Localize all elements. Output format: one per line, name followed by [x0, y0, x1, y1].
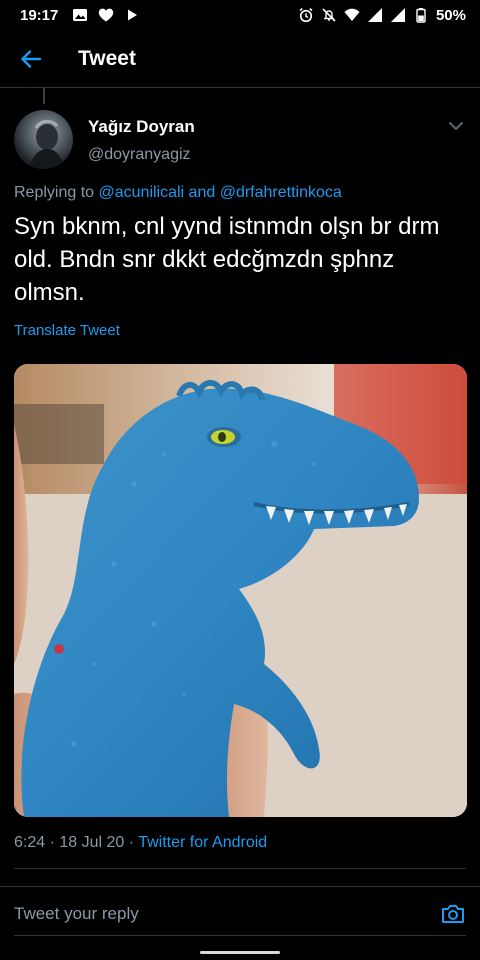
tweet-source-link[interactable]: Twitter for Android — [138, 834, 267, 851]
top-app-bar: Tweet — [0, 30, 480, 88]
page-title: Tweet — [78, 46, 136, 70]
back-arrow-icon — [21, 49, 42, 68]
image-icon — [73, 9, 88, 21]
status-right: 50% — [298, 7, 466, 24]
tweet-date: 18 Jul 20 — [59, 834, 125, 851]
replying-to: Replying to @acunilicali and @drfahretti… — [14, 184, 342, 202]
meta-separator: · — [45, 834, 60, 851]
translate-tweet-link[interactable]: Translate Tweet — [14, 322, 120, 339]
mute-icon — [322, 8, 336, 22]
home-indicator[interactable] — [200, 951, 280, 954]
signal-icon — [390, 8, 405, 22]
camera-icon[interactable] — [440, 901, 466, 927]
alarm-icon — [299, 7, 313, 23]
battery-percent: 50% — [435, 6, 466, 24]
play-icon — [128, 9, 138, 21]
meta-separator: · — [124, 834, 139, 851]
tweet-meta: 6:24 · 18 Jul 20 · Twitter for Android — [14, 834, 267, 852]
replying-prefix: Replying to — [14, 184, 99, 201]
back-button[interactable] — [14, 42, 48, 76]
heart-icon — [99, 8, 114, 22]
dinosaur-toy-photo — [14, 364, 467, 817]
mention-link[interactable]: @drfahrettinkoca — [220, 184, 342, 201]
divider — [14, 935, 466, 936]
replying-and: and — [184, 184, 220, 201]
wifi-icon — [344, 8, 360, 21]
signal-icon — [367, 8, 382, 22]
battery-icon — [416, 8, 426, 23]
tweet-text: Syn bknm, cnl yynd istnmdn olşn br drm o… — [14, 213, 440, 306]
divider — [0, 886, 480, 887]
avatar-photo — [30, 119, 64, 169]
thread-connector — [43, 88, 45, 104]
chevron-down-icon[interactable] — [446, 118, 466, 134]
tweet-image[interactable] — [14, 364, 467, 817]
divider — [14, 868, 466, 869]
status-time: 19:17 — [20, 6, 59, 24]
tweet-time: 6:24 — [14, 834, 46, 851]
status-bar: 19:17 50% — [0, 0, 480, 30]
reply-input[interactable]: Tweet your reply — [14, 904, 139, 924]
status-left: 19:17 — [20, 7, 140, 24]
author-handle[interactable]: @doyranyagiz — [88, 146, 191, 164]
avatar[interactable] — [14, 110, 73, 169]
mention-link[interactable]: @acunilicali — [99, 184, 185, 201]
author-name[interactable]: Yağız Doyran — [88, 117, 195, 137]
